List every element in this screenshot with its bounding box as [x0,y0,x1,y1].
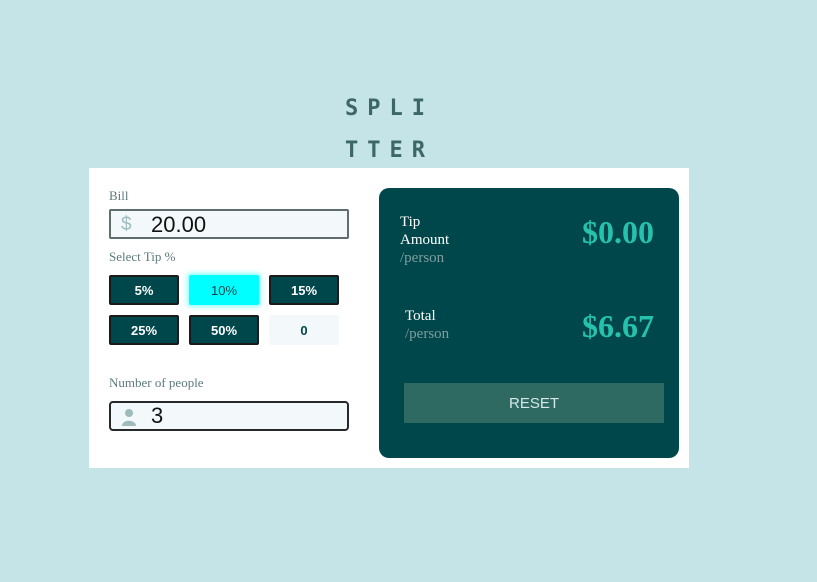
total-amount-value: $6.67 [582,308,654,344]
number-of-people-label: Number of people [109,375,204,390]
bill-input-value[interactable]: 20.00 [151,212,206,238]
person-icon [122,409,136,426]
calculator-card: Bill $ 20.00 Select Tip % 5% 10% 15% 25%… [89,168,689,468]
tip-button-10[interactable]: 10% [189,275,259,305]
bill-label: Bill [109,188,129,203]
tip-button-15[interactable]: 15% [269,275,339,305]
custom-tip-input[interactable]: 0 [269,315,339,345]
tip-amount-title: Tip Amount [400,213,449,249]
tip-amount-value: $0.00 [582,214,654,250]
select-tip-label: Select Tip % [109,249,176,264]
tip-per-person-label: /person [400,250,445,266]
tip-button-50[interactable]: 50% [189,315,259,345]
result-panel: Tip Amount /person $0.00 Total /person $… [379,188,679,458]
reset-button[interactable]: RESET [404,383,664,423]
people-input[interactable]: 3 [109,401,349,431]
app-logo: SPLI TTER [345,88,445,172]
bill-input[interactable]: $ 20.00 [109,209,349,239]
total-per-person-label: /person [405,326,450,342]
logo-line-1: SPLI [345,96,434,121]
tip-amount-title-line-1: Tip [400,214,421,230]
dollar-icon: $ [121,214,132,235]
people-input-value[interactable]: 3 [151,403,163,429]
logo-line-2: TTER [345,138,434,163]
tip-button-25[interactable]: 25% [109,315,179,345]
tip-amount-title-line-2: Amount [400,232,450,248]
tip-button-5[interactable]: 5% [109,275,179,305]
total-title: Total [405,308,436,324]
